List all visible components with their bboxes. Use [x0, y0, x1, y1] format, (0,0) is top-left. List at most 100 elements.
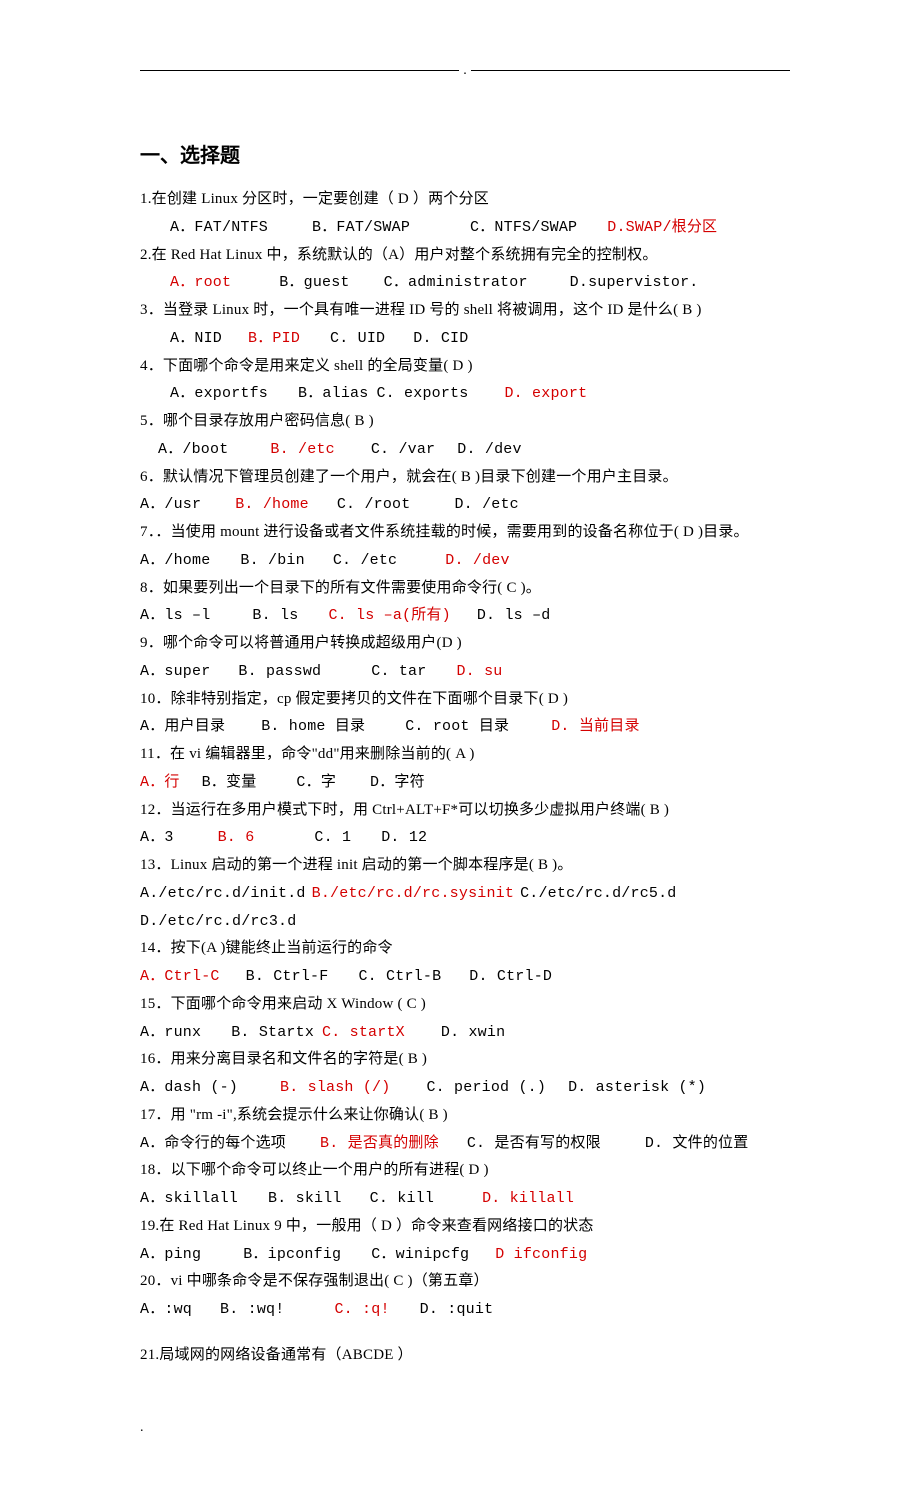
question-stem: 5．哪个目录存放用户密码信息( B ) — [140, 408, 790, 436]
question-options: A．行 B．变量 C．字 D．字符 — [140, 769, 790, 797]
page: . 一、选择题 1.在创建 Linux 分区时，一定要创建（ D ）两个分区A．… — [0, 0, 920, 1496]
option: D. ls –d — [477, 607, 551, 624]
question-options: A．FAT/NTFSB．FAT/SWAPC．NTFS/SWAPD.SWAP/根分… — [140, 214, 790, 242]
option: C. /root — [337, 496, 411, 513]
question-options: A．Ctrl-CB. Ctrl-FC. Ctrl-BD. Ctrl-D — [140, 963, 790, 991]
option: B. home 目录 — [261, 718, 365, 735]
option: A．FAT/NTFS — [170, 219, 268, 236]
question-stem: 18．以下哪个命令可以终止一个用户的所有进程( D ) — [140, 1157, 790, 1185]
question-stem: 15．下面哪个命令用来启动 X Window ( C ) — [140, 991, 790, 1019]
option: B．ipconfig — [243, 1246, 341, 1263]
option: B. ls — [252, 607, 298, 624]
option: B. 是否真的删除 — [320, 1135, 439, 1152]
option: C. startX — [322, 1024, 405, 1041]
question-stem: 8．如果要列出一个目录下的所有文件需要使用命令行( C )。 — [140, 575, 790, 603]
option: C. exports — [376, 385, 468, 402]
option: B. slash (/) — [280, 1079, 390, 1096]
question-stem: 19.在 Red Hat Linux 9 中，一般用（ D ）命令来查看网络接口… — [140, 1213, 790, 1241]
question-stem: 4．下面哪个命令是用来定义 shell 的全局变量( D ) — [140, 353, 790, 381]
option: B．变量 — [202, 774, 257, 791]
question-stem: 13．Linux 启动的第一个进程 init 启动的第一个脚本程序是( B )。 — [140, 852, 790, 880]
option: B./etc/rc.d/rc.sysinit — [312, 885, 514, 902]
option: D. 当前目录 — [551, 718, 639, 735]
option: A．runx — [140, 1024, 201, 1041]
option: C．administrator — [384, 274, 528, 291]
option: A．/boot — [158, 441, 228, 458]
question-stem: 17．用 "rm -i",系统会提示什么来让你确认( B ) — [140, 1102, 790, 1130]
option: B．guest — [279, 274, 349, 291]
question-options: A．:wqB. :wq!C. :q!D. :quit — [140, 1296, 790, 1324]
question-stem: 7．．当使用 mount 进行设备或者文件系统挂载的时候，需要用到的设备名称位于… — [140, 519, 790, 547]
question-options: A．/home B. /bin C. /etc D. /dev — [140, 547, 790, 575]
option: C. Ctrl-B — [358, 968, 441, 985]
option: D.SWAP/根分区 — [607, 219, 717, 236]
option: A．NID — [170, 330, 222, 347]
question-options: A．用户目录 B. home 目录 C. root 目录 D. 当前目录 — [140, 713, 790, 741]
option: B. Ctrl-F — [246, 968, 329, 985]
option: A./etc/rc.d/init.d — [140, 885, 306, 902]
option: A．super — [140, 663, 210, 680]
question-stem: 3．当登录 Linux 时，一个具有唯一进程 ID 号的 shell 将被调用，… — [140, 297, 790, 325]
option: A．skillall — [140, 1190, 238, 1207]
question-stem: 11．在 vi 编辑器里，命令"dd"用来删除当前的( A ) — [140, 741, 790, 769]
option: A．3 — [140, 829, 174, 846]
option: B．FAT/SWAP — [312, 219, 410, 236]
option: A．ls –l — [140, 607, 210, 624]
question-stem: 1.在创建 Linux 分区时，一定要创建（ D ）两个分区 — [140, 186, 790, 214]
option: D. CID — [413, 330, 468, 347]
option: A．/usr — [140, 496, 201, 513]
option: C. :q! — [334, 1301, 389, 1318]
question-options: A．skillall B. skill C. kill D. killall — [140, 1185, 790, 1213]
option: D．字符 — [370, 774, 425, 791]
option: B．alias — [298, 385, 368, 402]
option: D. /dev — [445, 552, 509, 569]
option: C. kill — [370, 1190, 434, 1207]
option: B. /etc — [270, 441, 334, 458]
option: D./etc/rc.d/rc3.d — [140, 913, 296, 930]
question-stem: 9．哪个命令可以将普通用户转换成超级用户(D ) — [140, 630, 790, 658]
option: C. tar — [371, 663, 426, 680]
option: D. /dev — [457, 441, 521, 458]
option: C. /etc — [333, 552, 397, 569]
option: C．字 — [296, 774, 336, 791]
question-stem: 16．用来分离目录名和文件名的字符是( B ) — [140, 1046, 790, 1074]
header-mark: . — [459, 63, 471, 78]
question-options: A．/bootB. /etcC. /varD. /dev — [140, 436, 790, 464]
option: C. 是否有写的权限 — [467, 1135, 601, 1152]
option: B. passwd — [238, 663, 321, 680]
question-options: A．dash (-)B. slash (/)C. period (.)D. as… — [140, 1074, 790, 1102]
option: C. UID — [330, 330, 385, 347]
question-options: A．命令行的每个选项B. 是否真的删除C. 是否有写的权限D. 文件的位置 — [140, 1130, 790, 1158]
option: B. :wq! — [220, 1301, 284, 1318]
option: A．行 — [140, 774, 180, 791]
option: B. /bin — [240, 552, 304, 569]
option: D ifconfig — [495, 1246, 587, 1263]
question-options: A．pingB．ipconfigC．winipcfgD ifconfig — [140, 1241, 790, 1269]
option: B. 6 — [218, 829, 255, 846]
option: A．/home — [140, 552, 210, 569]
option: D. /etc — [454, 496, 518, 513]
option: B．PID — [248, 330, 300, 347]
option: D. export — [504, 385, 587, 402]
option: D. 文件的位置 — [645, 1135, 749, 1152]
question-options: A．superB. passwdC. tarD. su — [140, 658, 790, 686]
option: A．用户目录 — [140, 718, 225, 735]
option: A．Ctrl-C — [140, 968, 220, 985]
footer-mark: . — [140, 1420, 790, 1436]
option: D. asterisk (*) — [568, 1079, 706, 1096]
option: C. root 目录 — [405, 718, 509, 735]
question-options: A．rootB．guestC．administratorD.supervisto… — [140, 269, 790, 297]
question-stem: 14．按下(A )键能终止当前运行的命令 — [140, 935, 790, 963]
option: C. period (.) — [426, 1079, 546, 1096]
option: A．root — [170, 274, 231, 291]
option: D. killall — [482, 1190, 574, 1207]
option: C./etc/rc.d/rc5.d — [520, 885, 676, 902]
option: B. /home — [235, 496, 309, 513]
question-21: 21.局域网的网络设备通常有（ABCDE ） — [140, 1342, 790, 1370]
question-options: A./etc/rc.d/init.d B./etc/rc.d/rc.sysinit… — [140, 880, 790, 936]
option: B. skill — [268, 1190, 342, 1207]
option: D. xwin — [441, 1024, 505, 1041]
option: C．winipcfg — [371, 1246, 469, 1263]
question-options: A．ls –lB. lsC. ls –a(所有)D. ls –d — [140, 602, 790, 630]
question-stem: 12．当运行在多用户模式下时，用 Ctrl+ALT+F*可以切换多少虚拟用户终端… — [140, 797, 790, 825]
